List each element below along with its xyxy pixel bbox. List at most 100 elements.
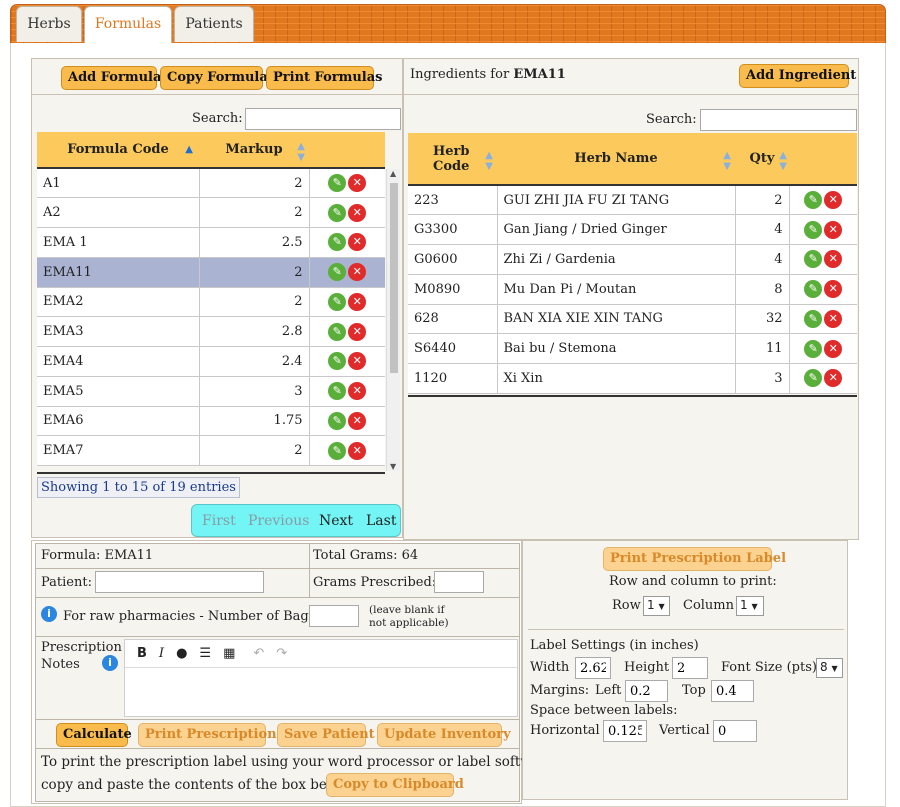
edit-icon[interactable]: ✎ <box>328 263 347 282</box>
ingredient-search-input[interactable] <box>700 109 857 131</box>
delete-icon[interactable]: ✕ <box>824 220 843 239</box>
scroll-thumb[interactable] <box>390 183 398 373</box>
copy-formula-button[interactable]: Copy Formula <box>160 66 268 90</box>
pager-last[interactable]: Last <box>366 513 396 529</box>
update-inventory-button[interactable]: Update Inventory <box>377 723 511 747</box>
table-row[interactable]: G0600 Zhi Zi / Gardenia 4 ✎ ✕ <box>408 244 857 275</box>
color-icon[interactable]: ● <box>176 646 187 661</box>
edit-icon[interactable]: ✎ <box>328 441 347 460</box>
table-row[interactable]: EMA7 2 ✎ ✕ <box>37 435 385 466</box>
delete-icon[interactable]: ✕ <box>348 174 367 193</box>
edit-icon[interactable]: ✎ <box>328 352 347 371</box>
info-icon[interactable]: i <box>102 655 118 671</box>
add-formula-button[interactable]: Add Formula <box>61 66 161 90</box>
table-row[interactable]: 1120 Xi Xin 3 ✎ ✕ <box>408 363 857 394</box>
print-prescription-button[interactable]: Print Prescription <box>138 723 277 747</box>
delete-icon[interactable]: ✕ <box>824 280 843 299</box>
tab-formulas[interactable]: Formulas <box>84 6 172 44</box>
grams-prescribed-input[interactable] <box>434 571 484 593</box>
edit-icon[interactable]: ✎ <box>804 309 823 328</box>
delete-icon[interactable]: ✕ <box>348 292 367 311</box>
table-row[interactable]: EMA5 3 ✎ ✕ <box>37 376 385 407</box>
table-row-selected[interactable]: EMA11 2 ✎ ✕ <box>37 257 385 288</box>
tab-herbs[interactable]: Herbs <box>16 6 82 42</box>
table-row[interactable]: A1 2 ✎ ✕ <box>37 168 385 199</box>
table-row[interactable]: S6440 Bai bu / Stemona 11 ✎ ✕ <box>408 333 857 364</box>
edit-icon[interactable]: ✎ <box>804 220 823 239</box>
redo-icon[interactable]: ↷ <box>276 646 287 661</box>
column-header-formula-code[interactable]: Formula Code ▲ <box>37 132 199 169</box>
bags-input[interactable] <box>309 605 359 627</box>
font-size-select[interactable]: 8 ▼ <box>816 658 843 678</box>
italic-icon[interactable]: I <box>159 646 164 661</box>
table-row[interactable]: EMA6 1.75 ✎ ✕ <box>37 406 385 437</box>
delete-icon[interactable]: ✕ <box>348 263 367 282</box>
delete-icon[interactable]: ✕ <box>824 191 843 210</box>
save-patient-button[interactable]: Save Patient <box>277 723 375 747</box>
tab-patients[interactable]: Patients <box>174 6 254 42</box>
vertical-input[interactable] <box>713 720 757 742</box>
delete-icon[interactable]: ✕ <box>348 441 367 460</box>
print-prescription-label-button[interactable]: Print Prescription Label <box>603 547 786 571</box>
bold-icon[interactable]: B <box>137 646 147 661</box>
table-row[interactable]: 223 GUI ZHI JIA FU ZI TANG 2 ✎ ✕ <box>408 185 857 216</box>
table-row[interactable]: G3300 Gan Jiang / Dried Ginger 4 ✎ ✕ <box>408 214 857 245</box>
delete-icon[interactable]: ✕ <box>348 411 367 430</box>
pager-previous[interactable]: Previous <box>248 513 309 529</box>
edit-icon[interactable]: ✎ <box>328 322 347 341</box>
pager-first[interactable]: First <box>202 513 236 529</box>
delete-icon[interactable]: ✕ <box>824 309 843 328</box>
edit-icon[interactable]: ✎ <box>328 382 347 401</box>
notes-textarea[interactable] <box>125 668 517 716</box>
print-formulas-button[interactable]: Print Formulas <box>266 66 382 90</box>
table-row[interactable]: EMA4 2.4 ✎ ✕ <box>37 346 385 377</box>
edit-icon[interactable]: ✎ <box>804 191 823 210</box>
delete-icon[interactable]: ✕ <box>348 322 367 341</box>
edit-icon[interactable]: ✎ <box>328 203 347 222</box>
horizontal-input[interactable] <box>603 720 647 742</box>
edit-icon[interactable]: ✎ <box>804 250 823 269</box>
column-select[interactable]: 1 ▼ <box>736 596 764 616</box>
delete-icon[interactable]: ✕ <box>824 339 843 358</box>
table-row[interactable]: EMA3 2.8 ✎ ✕ <box>37 316 385 347</box>
column-header-qty[interactable]: Qty ▲ ▼ <box>735 133 789 186</box>
width-input[interactable] <box>575 657 611 679</box>
pager-next[interactable]: Next <box>319 513 353 529</box>
delete-icon[interactable]: ✕ <box>348 352 367 371</box>
edit-icon[interactable]: ✎ <box>328 292 347 311</box>
edit-icon[interactable]: ✎ <box>328 411 347 430</box>
column-header-herb-code[interactable]: Herb Code ▲ ▼ <box>408 133 497 186</box>
table-row[interactable]: 628 BAN XIA XIE XIN TANG 32 ✎ ✕ <box>408 304 857 335</box>
delete-icon[interactable]: ✕ <box>824 250 843 269</box>
edit-icon[interactable]: ✎ <box>328 233 347 252</box>
add-ingredient-button[interactable]: Add Ingredient <box>739 64 856 88</box>
calculate-button[interactable]: Calculate <box>56 723 132 747</box>
table-icon[interactable]: ▦ <box>223 646 235 661</box>
table-row[interactable]: M0890 Mu Dan Pi / Moutan 8 ✎ ✕ <box>408 274 857 305</box>
column-header-herb-name[interactable]: Herb Name ▲ ▼ <box>497 133 735 186</box>
table-row[interactable]: EMA 1 2.5 ✎ ✕ <box>37 227 385 258</box>
top-margin-input[interactable] <box>711 680 754 702</box>
info-icon[interactable]: i <box>41 606 57 622</box>
undo-icon[interactable]: ↶ <box>253 646 264 661</box>
formula-search-input[interactable] <box>245 108 401 130</box>
edit-icon[interactable]: ✎ <box>328 174 347 193</box>
delete-icon[interactable]: ✕ <box>348 382 367 401</box>
edit-icon[interactable]: ✎ <box>804 339 823 358</box>
scroll-up-icon[interactable]: ▲ <box>390 169 396 178</box>
list-icon[interactable]: ☰ <box>199 646 211 661</box>
delete-icon[interactable]: ✕ <box>348 203 367 222</box>
column-header-markup[interactable]: Markup ▲ ▼ <box>199 132 309 169</box>
table-row[interactable]: A2 2 ✎ ✕ <box>37 197 385 228</box>
row-select[interactable]: 1 ▼ <box>643 596 670 616</box>
left-margin-input[interactable] <box>625 680 668 702</box>
patient-input[interactable] <box>95 571 264 593</box>
delete-icon[interactable]: ✕ <box>824 369 843 388</box>
edit-icon[interactable]: ✎ <box>804 280 823 299</box>
table-row[interactable]: EMA2 2 ✎ ✕ <box>37 287 385 318</box>
height-input[interactable] <box>672 657 708 679</box>
edit-icon[interactable]: ✎ <box>804 369 823 388</box>
delete-icon[interactable]: ✕ <box>348 233 367 252</box>
scroll-down-icon[interactable]: ▼ <box>390 462 396 471</box>
copy-to-clipboard-button[interactable]: Copy to Clipboard <box>326 773 464 797</box>
